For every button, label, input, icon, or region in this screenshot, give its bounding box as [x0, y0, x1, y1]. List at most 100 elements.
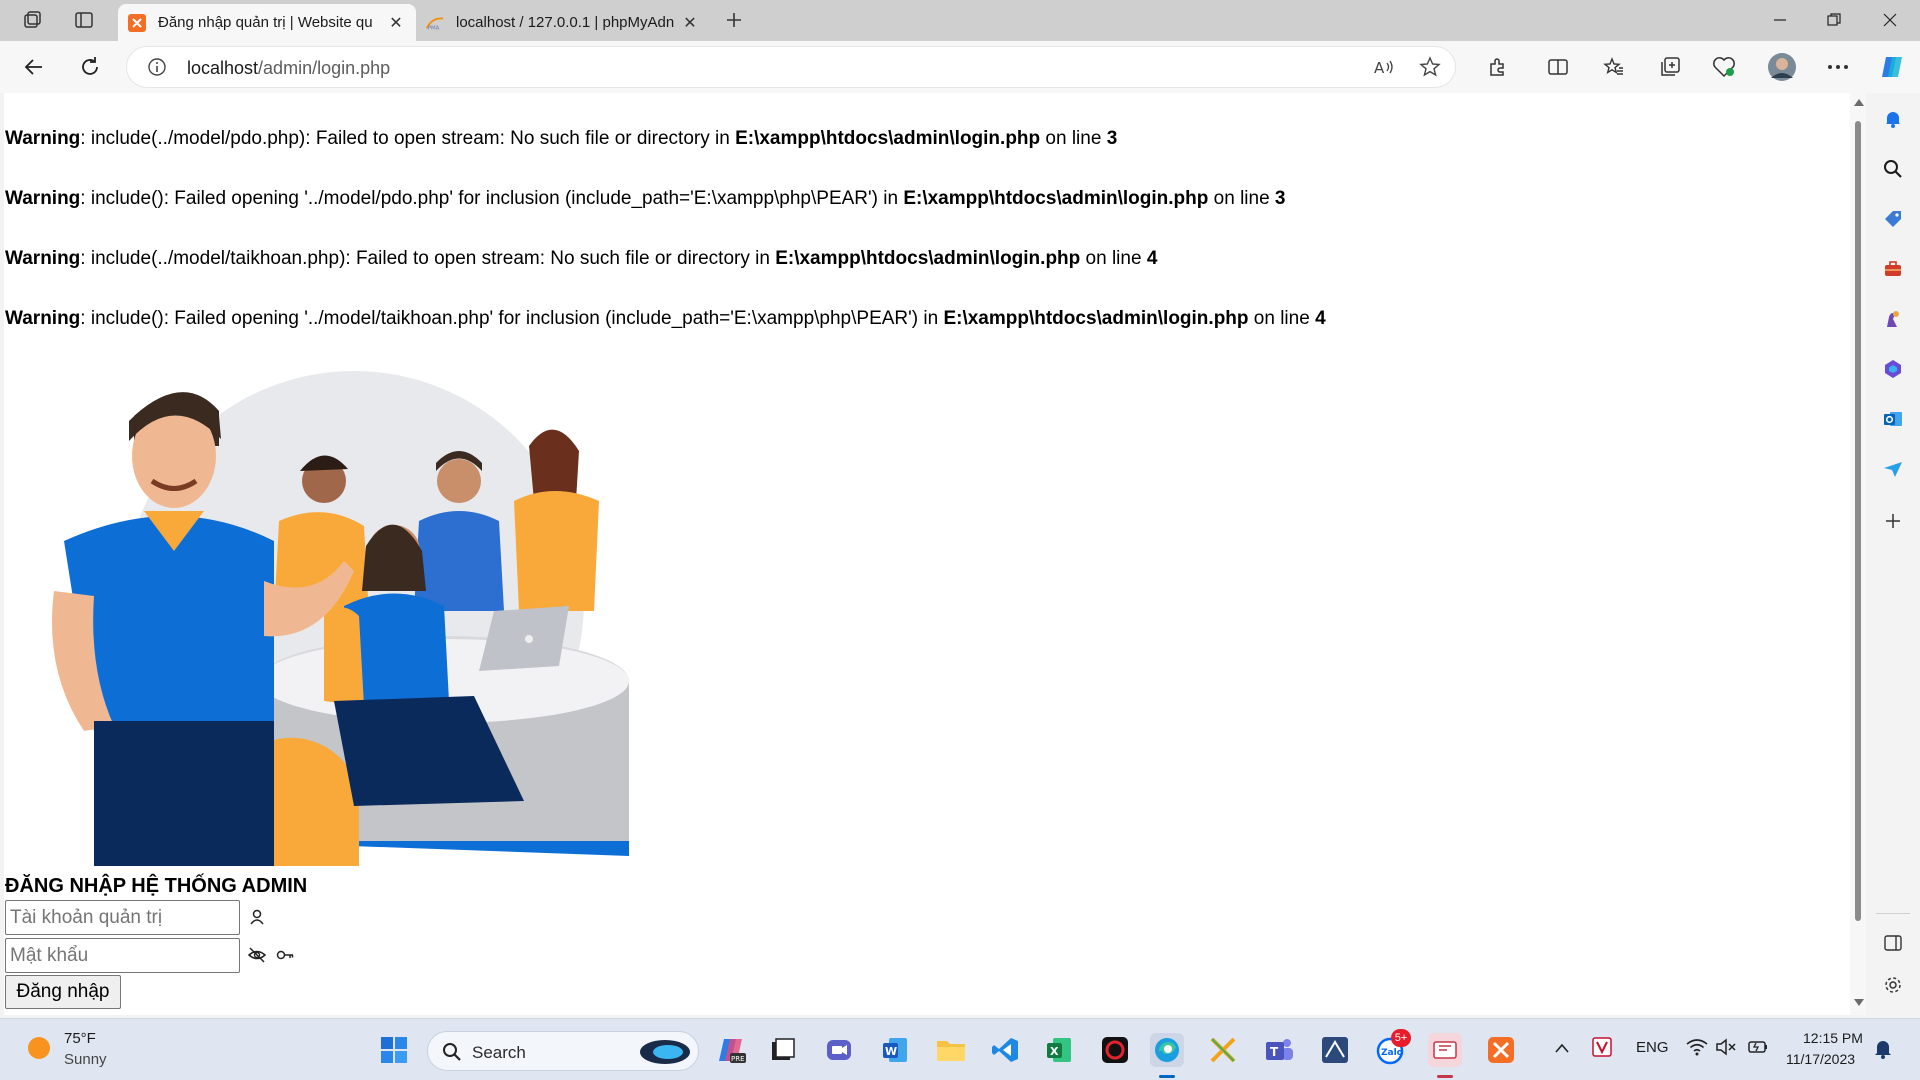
- sql-studio-icon[interactable]: [1318, 1033, 1352, 1067]
- refresh-button[interactable]: [72, 49, 108, 85]
- favorite-star-icon[interactable]: [1419, 56, 1441, 83]
- search-icon: [442, 1042, 462, 1067]
- excel-icon[interactable]: X: [1042, 1033, 1076, 1067]
- key-icon: [276, 946, 294, 964]
- snipping-app-icon[interactable]: [1428, 1033, 1462, 1067]
- password-input[interactable]: [5, 938, 240, 973]
- shopping-tag-icon[interactable]: [1881, 207, 1905, 231]
- clock-date[interactable]: 11/17/2023: [1786, 1051, 1855, 1067]
- scroll-down-arrow[interactable]: [1854, 999, 1864, 1006]
- extensions-icon[interactable]: [1480, 49, 1516, 85]
- wifi-icon[interactable]: [1686, 1038, 1708, 1061]
- address-bar[interactable]: localhost/admin/login.php A: [126, 46, 1456, 88]
- microsoft-365-icon[interactable]: [1881, 357, 1905, 381]
- site-info-icon[interactable]: [147, 57, 167, 82]
- tab-close-icon[interactable]: ✕: [386, 13, 406, 33]
- drop-send-icon[interactable]: [1881, 457, 1905, 481]
- windows-start-icon[interactable]: [377, 1033, 411, 1067]
- copilot-icon[interactable]: [1874, 49, 1910, 85]
- copilot-pre-icon[interactable]: PRE: [714, 1033, 748, 1067]
- gear-icon[interactable]: [1881, 973, 1905, 997]
- teams-icon[interactable]: T: [1262, 1033, 1296, 1067]
- xampp-taskbar-icon[interactable]: [1484, 1033, 1518, 1067]
- taskbar-search[interactable]: Search: [427, 1031, 699, 1071]
- cut-tool-icon[interactable]: [1206, 1033, 1240, 1067]
- tab-strip: Đăng nhập quản trị | Website qu ✕ PMA lo…: [0, 0, 1920, 41]
- notification-bell-icon[interactable]: [1874, 1039, 1892, 1064]
- settings-more-icon[interactable]: [1820, 49, 1856, 85]
- tab-title: Đăng nhập quản trị | Website qu: [158, 14, 373, 31]
- add-icon[interactable]: [1881, 509, 1905, 533]
- svg-text:X: X: [1050, 1045, 1059, 1058]
- word-icon[interactable]: W: [878, 1033, 912, 1067]
- tab-phpmyadmin[interactable]: PMA localhost / 127.0.0.1 | phpMyAdn ✕: [416, 4, 710, 41]
- app-running-indicator: [1437, 1075, 1453, 1078]
- hide-sidebar-icon[interactable]: [1881, 931, 1905, 955]
- back-button[interactable]: [16, 49, 52, 85]
- browser-toolbar: localhost/admin/login.php A: [0, 41, 1920, 93]
- svg-text:T: T: [1270, 1045, 1279, 1059]
- workspaces-icon[interactable]: [14, 6, 50, 34]
- teams-meet-icon[interactable]: [822, 1033, 856, 1067]
- garena-icon[interactable]: [1098, 1033, 1132, 1067]
- weather-temp: 75°F: [64, 1030, 96, 1047]
- page-scrollbar[interactable]: [1850, 93, 1866, 1015]
- bell-icon[interactable]: [1881, 107, 1905, 131]
- xampp-icon: [128, 13, 146, 32]
- active-app-indicator: [1159, 1075, 1175, 1078]
- php-warning: Warning: include(): Failed opening '../m…: [5, 188, 1286, 209]
- vivaldi-tray-icon[interactable]: [1592, 1037, 1612, 1062]
- url-text: localhost/admin/login.php: [187, 58, 391, 78]
- svg-text:A: A: [1374, 59, 1385, 77]
- tab-admin-login[interactable]: Đăng nhập quản trị | Website qu ✕: [118, 4, 416, 41]
- games-icon[interactable]: [1881, 307, 1905, 331]
- weather-sun-icon[interactable]: [26, 1035, 52, 1066]
- page-content: Warning: include(../model/pdo.php): Fail…: [4, 93, 1850, 1015]
- restore-button[interactable]: [1806, 0, 1862, 40]
- login-button[interactable]: Đăng nhập: [5, 975, 121, 1009]
- sidebar-divider: [1876, 913, 1910, 914]
- scroll-up-arrow[interactable]: [1854, 99, 1864, 106]
- minimize-button[interactable]: [1752, 0, 1808, 40]
- language-indicator[interactable]: ENG: [1636, 1039, 1669, 1056]
- tab-actions-icon[interactable]: [66, 6, 102, 34]
- tab-close-icon[interactable]: ✕: [680, 13, 700, 33]
- browser-essentials-icon[interactable]: [1706, 49, 1742, 85]
- svg-text:PMA: PMA: [428, 25, 440, 31]
- battery-icon[interactable]: [1746, 1038, 1768, 1061]
- read-aloud-icon[interactable]: A: [1373, 57, 1395, 82]
- edge-icon[interactable]: [1150, 1033, 1184, 1067]
- user-icon: [248, 908, 266, 926]
- login-title: ĐĂNG NHẬP HỆ THỐNG ADMIN: [5, 875, 308, 897]
- weather-condition: Sunny: [64, 1051, 107, 1068]
- bing-highlight-icon: [638, 1038, 692, 1071]
- volume-muted-icon[interactable]: [1716, 1038, 1736, 1061]
- new-tab-button[interactable]: [716, 6, 752, 34]
- php-warning: Warning: include(): Failed opening '../m…: [5, 308, 1326, 329]
- vscode-icon[interactable]: [988, 1033, 1022, 1067]
- show-hidden-icons[interactable]: [1554, 1041, 1570, 1059]
- php-warning: Warning: include(../model/pdo.php): Fail…: [5, 128, 1118, 149]
- phpmyadmin-icon: PMA: [426, 14, 444, 32]
- tools-icon[interactable]: [1881, 257, 1905, 281]
- favorites-icon[interactable]: [1596, 49, 1632, 85]
- profile-avatar[interactable]: [1764, 49, 1800, 85]
- task-view-icon[interactable]: [766, 1033, 800, 1067]
- svg-text:W: W: [885, 1045, 897, 1058]
- svg-text:Zalo: Zalo: [1381, 1048, 1403, 1058]
- search-icon[interactable]: [1881, 157, 1905, 181]
- file-explorer-icon[interactable]: [934, 1033, 968, 1067]
- split-screen-icon[interactable]: [1540, 49, 1576, 85]
- username-input[interactable]: [5, 900, 240, 935]
- collections-icon[interactable]: [1652, 49, 1688, 85]
- svg-text:PRE: PRE: [731, 1055, 745, 1063]
- clock-time[interactable]: 12:15 PM: [1803, 1030, 1863, 1046]
- close-window-button[interactable]: [1862, 0, 1918, 40]
- outlook-icon[interactable]: [1881, 407, 1905, 431]
- php-warning: Warning: include(../model/taikhoan.php):…: [5, 248, 1158, 269]
- notification-badge: 5+: [1391, 1029, 1411, 1047]
- tab-title: localhost / 127.0.0.1 | phpMyAdn: [456, 14, 674, 31]
- eye-slash-icon[interactable]: [247, 946, 267, 964]
- team-illustration: [52, 371, 629, 866]
- scroll-thumb[interactable]: [1855, 121, 1861, 921]
